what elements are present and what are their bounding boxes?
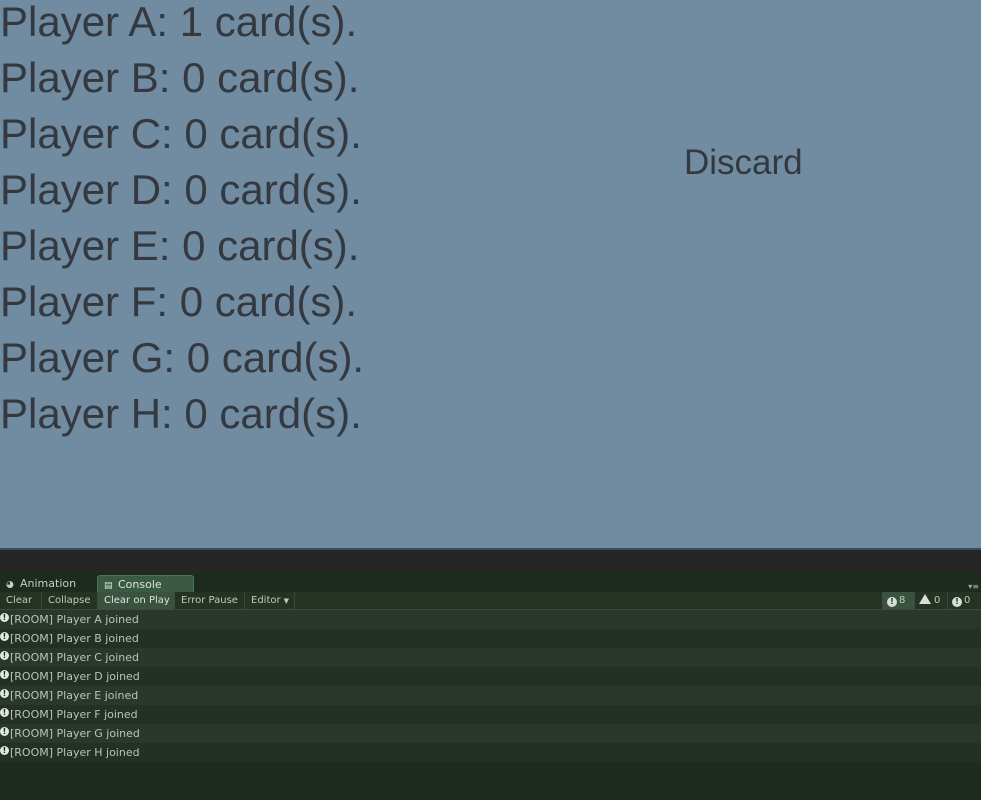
error-count-toggle[interactable]: ! 0 <box>947 592 981 609</box>
player-card-count: Player C: 0 card(s). <box>0 110 362 157</box>
info-icon: ! <box>887 597 897 607</box>
info-icon: ! <box>0 670 9 679</box>
log-entry-text: [ROOM] Player G joined <box>10 727 140 740</box>
info-icon: ! <box>0 651 9 660</box>
info-icon: ! <box>0 632 9 641</box>
warning-icon <box>919 594 931 604</box>
error-count: 0 <box>964 595 971 606</box>
player-card-count: Player F: 0 card(s). <box>0 278 358 325</box>
player-card-count: Player B: 0 card(s). <box>0 54 360 101</box>
log-entry[interactable]: ! [ROOM] Player B joined <box>0 629 981 648</box>
log-entry-text: [ROOM] Player D joined <box>10 670 140 683</box>
panel-tab-bar: ◕ Animation ▤ Console ▾≡ <box>0 572 981 593</box>
log-entry-text: [ROOM] Player E joined <box>10 689 139 702</box>
console-toolbar: Clear Collapse Clear on Play Error Pause… <box>0 592 981 610</box>
log-entry[interactable]: ! [ROOM] Player F joined <box>0 705 981 724</box>
tab-console-label: Console <box>118 578 162 591</box>
log-entry[interactable]: ! [ROOM] Player H joined <box>0 743 981 762</box>
panel-menu-icon[interactable]: ▾≡ <box>968 582 979 591</box>
error-pause-toggle[interactable]: Error Pause <box>175 592 245 609</box>
clear-on-play-toggle[interactable]: Clear on Play <box>98 592 175 609</box>
info-icon: ! <box>0 613 9 622</box>
error-icon: ! <box>952 597 962 607</box>
player-card-list: Player A: 1 card(s). Player B: 0 card(s)… <box>0 0 364 448</box>
log-entry-text: [ROOM] Player F joined <box>10 708 138 721</box>
player-card-count: Player D: 0 card(s). <box>0 166 362 213</box>
editor-dropdown[interactable]: Editor ▼ <box>245 592 295 609</box>
chevron-down-icon: ▼ <box>283 597 289 605</box>
collapse-toggle[interactable]: Collapse <box>42 592 98 609</box>
game-view: Player A: 1 card(s). Player B: 0 card(s)… <box>0 0 981 550</box>
log-entry[interactable]: ! [ROOM] Player C joined <box>0 648 981 667</box>
log-entry[interactable]: ! [ROOM] Player E joined <box>0 686 981 705</box>
log-count-toggle[interactable]: ! 8 <box>882 592 914 609</box>
player-card-count: Player A: 1 card(s). <box>0 0 358 45</box>
tab-console[interactable]: ▤ Console <box>97 575 194 592</box>
player-card-count: Player H: 0 card(s). <box>0 390 362 437</box>
clear-button[interactable]: Clear <box>0 592 42 609</box>
info-icon: ! <box>0 727 9 736</box>
console-log-list: ! [ROOM] Player A joined ! [ROOM] Player B… <box>0 610 981 800</box>
unity-editor-window: Player A: 1 card(s). Player B: 0 card(s)… <box>0 0 981 800</box>
log-entry[interactable]: ! [ROOM] Player A joined <box>0 610 981 629</box>
tab-animation-label: Animation <box>20 577 77 590</box>
discard-pile-label[interactable]: Discard <box>684 143 803 183</box>
info-icon: ! <box>0 746 9 755</box>
log-count: 8 <box>899 595 906 606</box>
editor-dropdown-label: Editor <box>251 595 281 606</box>
log-entry-text: [ROOM] Player A joined <box>10 613 139 626</box>
log-entry-text: [ROOM] Player B joined <box>10 632 139 645</box>
info-icon: ! <box>0 689 9 698</box>
log-entry-text: [ROOM] Player H joined <box>10 746 140 759</box>
panel-divider <box>0 550 981 572</box>
tab-animation[interactable]: ◕ Animation <box>0 575 94 592</box>
warning-count-toggle[interactable]: 0 <box>914 592 947 609</box>
info-icon: ! <box>0 708 9 717</box>
player-card-count: Player G: 0 card(s). <box>0 334 365 381</box>
log-entry[interactable]: ! [ROOM] Player G joined <box>0 724 981 743</box>
log-entry[interactable]: ! [ROOM] Player D joined <box>0 667 981 686</box>
log-entry-text: [ROOM] Player C joined <box>10 651 139 664</box>
warning-count: 0 <box>934 595 941 606</box>
player-card-count: Player E: 0 card(s). <box>0 222 360 269</box>
